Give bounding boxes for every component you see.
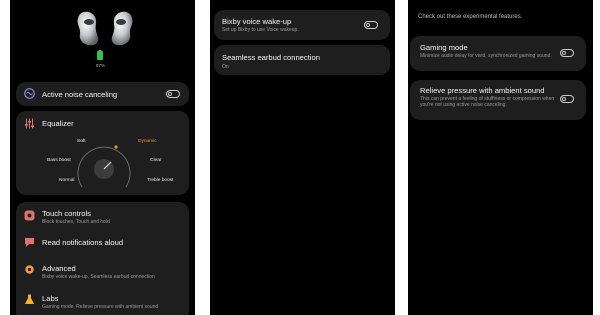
noise-canceling-icon — [24, 88, 35, 99]
advanced-label: Advanced — [42, 264, 76, 273]
relieve-pressure-sub: This can prevent a feeling of stuffiness… — [420, 96, 555, 108]
relieve-pressure-label: Relieve pressure with ambient sound — [420, 86, 545, 95]
equalizer-card[interactable]: Equalizer Soft Dynamic Bass boost Clear … — [16, 111, 189, 195]
advanced-sub: Bixby voice wake-up, Seamless earbud con… — [42, 274, 155, 280]
eq-preset-clear[interactable]: Clear — [150, 158, 161, 163]
equalizer-label: Equalizer — [42, 119, 74, 128]
battery-icon — [97, 50, 103, 60]
relieve-pressure-card[interactable]: Relieve pressure with ambient sound This… — [410, 80, 586, 120]
gaming-mode-card[interactable]: Gaming mode Minimize audio delay for viv… — [410, 36, 586, 71]
labs-sub: Gaming mode, Relieve pressure with ambie… — [42, 304, 159, 310]
equalizer-icon — [25, 118, 34, 129]
bixby-toggle[interactable] — [364, 21, 378, 29]
labs-screen: Check out these experimental features. G… — [408, 0, 593, 315]
bixby-sub: Set up Bixby to use Voice wakeup. — [222, 27, 299, 33]
eq-preset-bass-boost[interactable]: Bass boost — [47, 158, 71, 163]
touch-icon — [24, 210, 35, 221]
menu-item-read-notifications[interactable]: Read notifications aloud — [16, 231, 189, 253]
advanced-screen: Bixby voice wake-up Set up Bixby to use … — [210, 0, 395, 315]
touch-controls-label: Touch controls — [42, 209, 91, 218]
seamless-label: Seamless earbud connection — [222, 53, 320, 62]
settings-menu-card: Touch controls Block touches, Touch and … — [16, 202, 189, 315]
anc-toggle[interactable] — [166, 90, 180, 98]
bixby-label: Bixby voice wake-up — [222, 17, 292, 26]
read-notifications-label: Read notifications aloud — [42, 238, 124, 247]
seamless-sub: On — [222, 64, 229, 70]
labs-flask-icon — [25, 294, 34, 304]
menu-item-advanced[interactable]: Advanced Bixby voice wake-up, Seamless e… — [16, 257, 189, 283]
anc-label: Active noise canceling — [42, 90, 118, 99]
labs-label: Labs — [42, 294, 59, 303]
anc-card[interactable]: Active noise canceling — [16, 82, 189, 106]
gaming-mode-toggle[interactable] — [560, 49, 574, 57]
touch-controls-sub: Block touches, Touch and hold — [42, 219, 110, 225]
notification-speech-icon — [25, 238, 34, 247]
gaming-mode-sub: Minimize audio delay for vivid, synchron… — [420, 53, 552, 59]
eq-preset-dynamic[interactable]: Dynamic — [138, 139, 157, 144]
main-settings-screen: 97% Active noise canceling Equalizer Sof… — [10, 0, 195, 315]
seamless-card[interactable]: Seamless earbud connection On — [214, 45, 390, 75]
eq-preset-treble-boost[interactable]: Treble boost — [147, 178, 174, 183]
earbuds-image — [77, 11, 133, 46]
gear-icon — [25, 265, 34, 274]
relieve-pressure-toggle[interactable] — [560, 95, 574, 103]
gaming-mode-label: Gaming mode — [420, 43, 468, 52]
menu-item-touch-controls[interactable]: Touch controls Block touches, Touch and … — [16, 202, 189, 228]
menu-item-labs[interactable]: Labs Gaming mode, Relieve pressure with … — [16, 287, 189, 315]
battery-percent: 97% — [96, 63, 106, 68]
labs-intro: Check out these experimental features. — [418, 14, 523, 20]
equalizer-dial[interactable] — [74, 137, 134, 193]
bixby-card[interactable]: Bixby voice wake-up Set up Bixby to use … — [214, 10, 390, 40]
eq-preset-soft[interactable]: Soft — [77, 139, 86, 144]
eq-preset-normal[interactable]: Normal — [59, 178, 74, 183]
